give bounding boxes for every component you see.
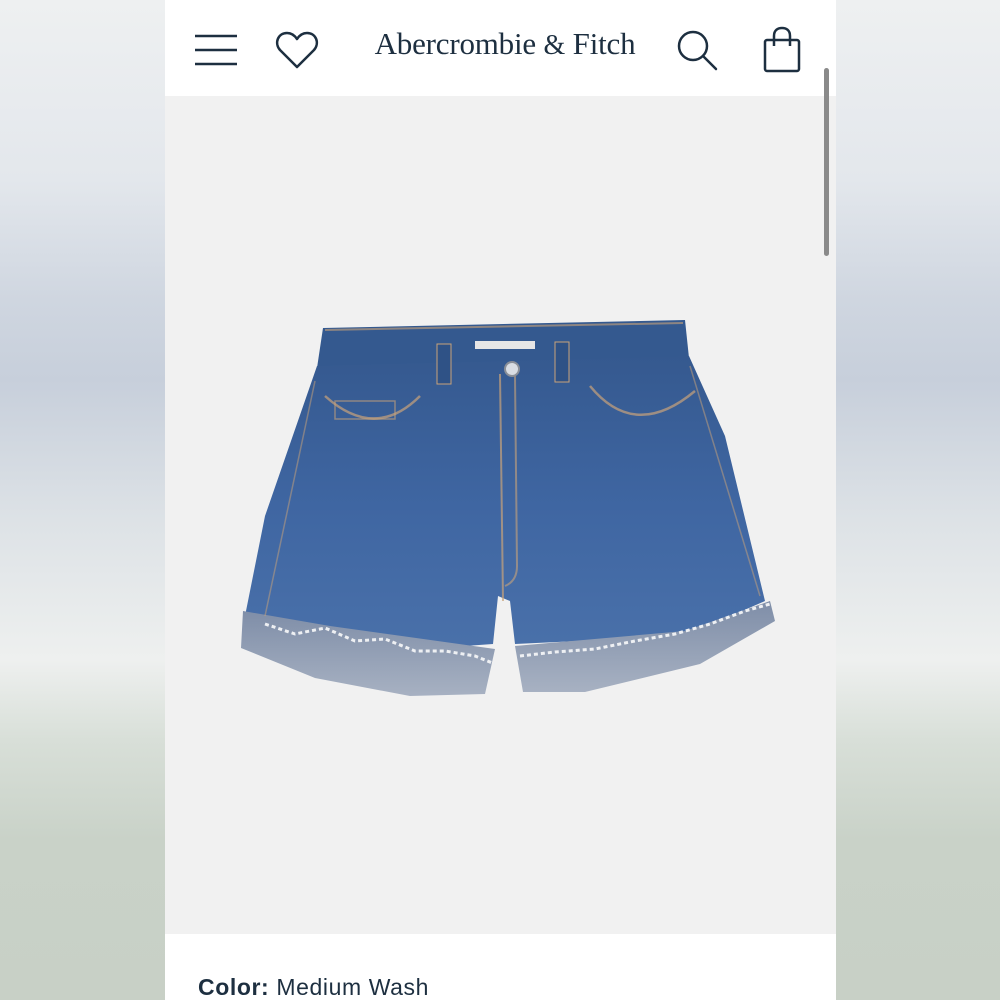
denim-shorts-image xyxy=(241,320,775,696)
shopping-bag-button[interactable] xyxy=(756,24,808,76)
wishlist-button[interactable] xyxy=(271,24,323,76)
blurred-backdrop-right xyxy=(836,0,1000,1000)
shopping-bag-icon xyxy=(763,26,801,73)
brand-name-main: Abercrombie xyxy=(374,26,537,61)
color-row: Color: Medium Wash xyxy=(198,974,429,1000)
search-icon xyxy=(677,30,718,71)
mobile-page: Abercrombie & Fitch Color: Medium Wash xyxy=(165,0,836,1000)
menu-icon xyxy=(195,34,237,66)
scrollbar[interactable] xyxy=(824,68,829,256)
product-details: Color: Medium Wash xyxy=(165,934,836,1000)
color-label: Color: xyxy=(198,974,270,1000)
site-header: Abercrombie & Fitch xyxy=(165,0,836,96)
blurred-backdrop-left xyxy=(0,0,165,1000)
menu-button[interactable] xyxy=(190,24,242,76)
heart-icon xyxy=(275,31,319,69)
color-value: Medium Wash xyxy=(276,974,430,1000)
brand-name-tail: Fitch xyxy=(572,26,636,61)
search-button[interactable] xyxy=(671,24,723,76)
brand-ampersand: & xyxy=(543,30,566,61)
brand-logo[interactable]: Abercrombie & Fitch xyxy=(335,26,675,62)
product-image-area[interactable] xyxy=(165,96,836,934)
